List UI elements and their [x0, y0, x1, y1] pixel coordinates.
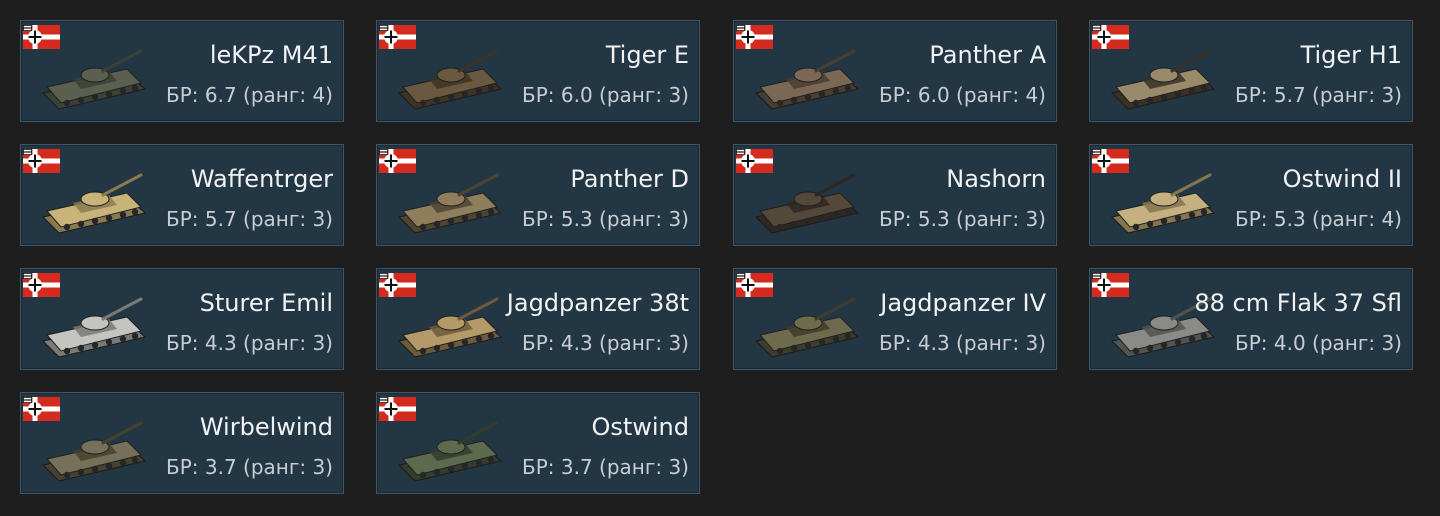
vehicle-battle-rating: БР: 5.7 (ранг: 3) — [165, 207, 333, 231]
vehicle-card-tiger-h1[interactable]: Tiger H1 БР: 5.7 (ранг: 3) — [1089, 20, 1413, 122]
vehicle-name: Wirbelwind — [199, 413, 333, 441]
vehicle-card-nashorn[interactable]: Nashorn БР: 5.3 (ранг: 3) — [733, 144, 1057, 246]
vehicle-name: Ostwind — [591, 413, 689, 441]
vehicle-battle-rating: БР: 5.3 (ранг: 4) — [1234, 207, 1402, 231]
tank-icon — [41, 173, 147, 234]
vehicle-battle-rating: БР: 5.3 (ранг: 3) — [521, 207, 689, 231]
vehicle-name: Tiger E — [605, 41, 689, 69]
vehicle-card-ostwind[interactable]: Ostwind БР: 3.7 (ранг: 3) — [376, 392, 700, 494]
vehicle-name: Jagdpanzer IV — [880, 289, 1046, 317]
vehicle-name: Panther D — [570, 165, 689, 193]
vehicle-name: Waffentrger — [190, 165, 333, 193]
vehicle-card-panther-a[interactable]: Panther A БР: 6.0 (ранг: 4) — [733, 20, 1057, 122]
tank-icon — [1110, 49, 1216, 110]
vehicle-card-jagdpanzer-iv[interactable]: Jagdpanzer IV БР: 4.3 (ранг: 3) — [733, 268, 1057, 370]
vehicle-battle-rating: БР: 4.3 (ранг: 3) — [521, 331, 689, 355]
tank-icon — [754, 173, 860, 234]
vehicle-battle-rating: БР: 5.3 (ранг: 3) — [878, 207, 1046, 231]
vehicle-card-ostwind-ii[interactable]: Ostwind II БР: 5.3 (ранг: 4) — [1089, 144, 1413, 246]
vehicle-battle-rating: БР: 4.3 (ранг: 3) — [165, 331, 333, 355]
vehicle-name: Tiger H1 — [1300, 41, 1402, 69]
vehicle-name: Jagdpanzer 38t — [506, 289, 689, 317]
vehicle-card-tiger-e[interactable]: Tiger E БР: 6.0 (ранг: 3) — [376, 20, 700, 122]
tank-icon — [754, 297, 860, 358]
vehicle-battle-rating: БР: 4.3 (ранг: 3) — [878, 331, 1046, 355]
vehicle-name: Sturer Emil — [199, 289, 333, 317]
vehicle-name: Nashorn — [946, 165, 1046, 193]
vehicle-card-lekpz-m41[interactable]: leKPz M41 БР: 6.7 (ранг: 4) — [20, 20, 344, 122]
tank-icon — [41, 49, 147, 110]
tank-icon — [397, 297, 503, 358]
vehicle-card-wirbelwind[interactable]: Wirbelwind БР: 3.7 (ранг: 3) — [20, 392, 344, 494]
tank-icon — [397, 173, 503, 234]
tank-icon — [397, 421, 503, 482]
vehicle-battle-rating: БР: 3.7 (ранг: 3) — [521, 455, 689, 479]
vehicle-card-jagdpanzer-38t[interactable]: Jagdpanzer 38t БР: 4.3 (ранг: 3) — [376, 268, 700, 370]
vehicle-battle-rating: БР: 6.7 (ранг: 4) — [165, 83, 333, 107]
vehicle-battle-rating: БР: 6.0 (ранг: 3) — [521, 83, 689, 107]
vehicle-card-waffentrger[interactable]: Waffentrger БР: 5.7 (ранг: 3) — [20, 144, 344, 246]
vehicle-card-88cm-flak-37-sfl[interactable]: 88 cm Flak 37 Sfl БР: 4.0 (ранг: 3) — [1089, 268, 1413, 370]
tank-icon — [754, 49, 860, 110]
vehicle-battle-rating: БР: 4.0 (ранг: 3) — [1234, 331, 1402, 355]
tank-icon — [1110, 173, 1216, 234]
vehicle-name: 88 cm Flak 37 Sfl — [1194, 289, 1402, 317]
vehicle-card-sturer-emil[interactable]: Sturer Emil БР: 4.3 (ранг: 3) — [20, 268, 344, 370]
vehicle-grid: leKPz M41 БР: 6.7 (ранг: 4) Tiger E БР: … — [0, 0, 1440, 516]
vehicle-name: leKPz M41 — [209, 41, 333, 69]
tank-icon — [397, 49, 503, 110]
vehicle-battle-rating: БР: 6.0 (ранг: 4) — [878, 83, 1046, 107]
vehicle-battle-rating: БР: 3.7 (ранг: 3) — [165, 455, 333, 479]
vehicle-name: Panther A — [929, 41, 1046, 69]
vehicle-name: Ostwind II — [1282, 165, 1402, 193]
vehicle-card-panther-d[interactable]: Panther D БР: 5.3 (ранг: 3) — [376, 144, 700, 246]
vehicle-battle-rating: БР: 5.7 (ранг: 3) — [1234, 83, 1402, 107]
tank-icon — [41, 297, 147, 358]
tank-icon — [41, 421, 147, 482]
